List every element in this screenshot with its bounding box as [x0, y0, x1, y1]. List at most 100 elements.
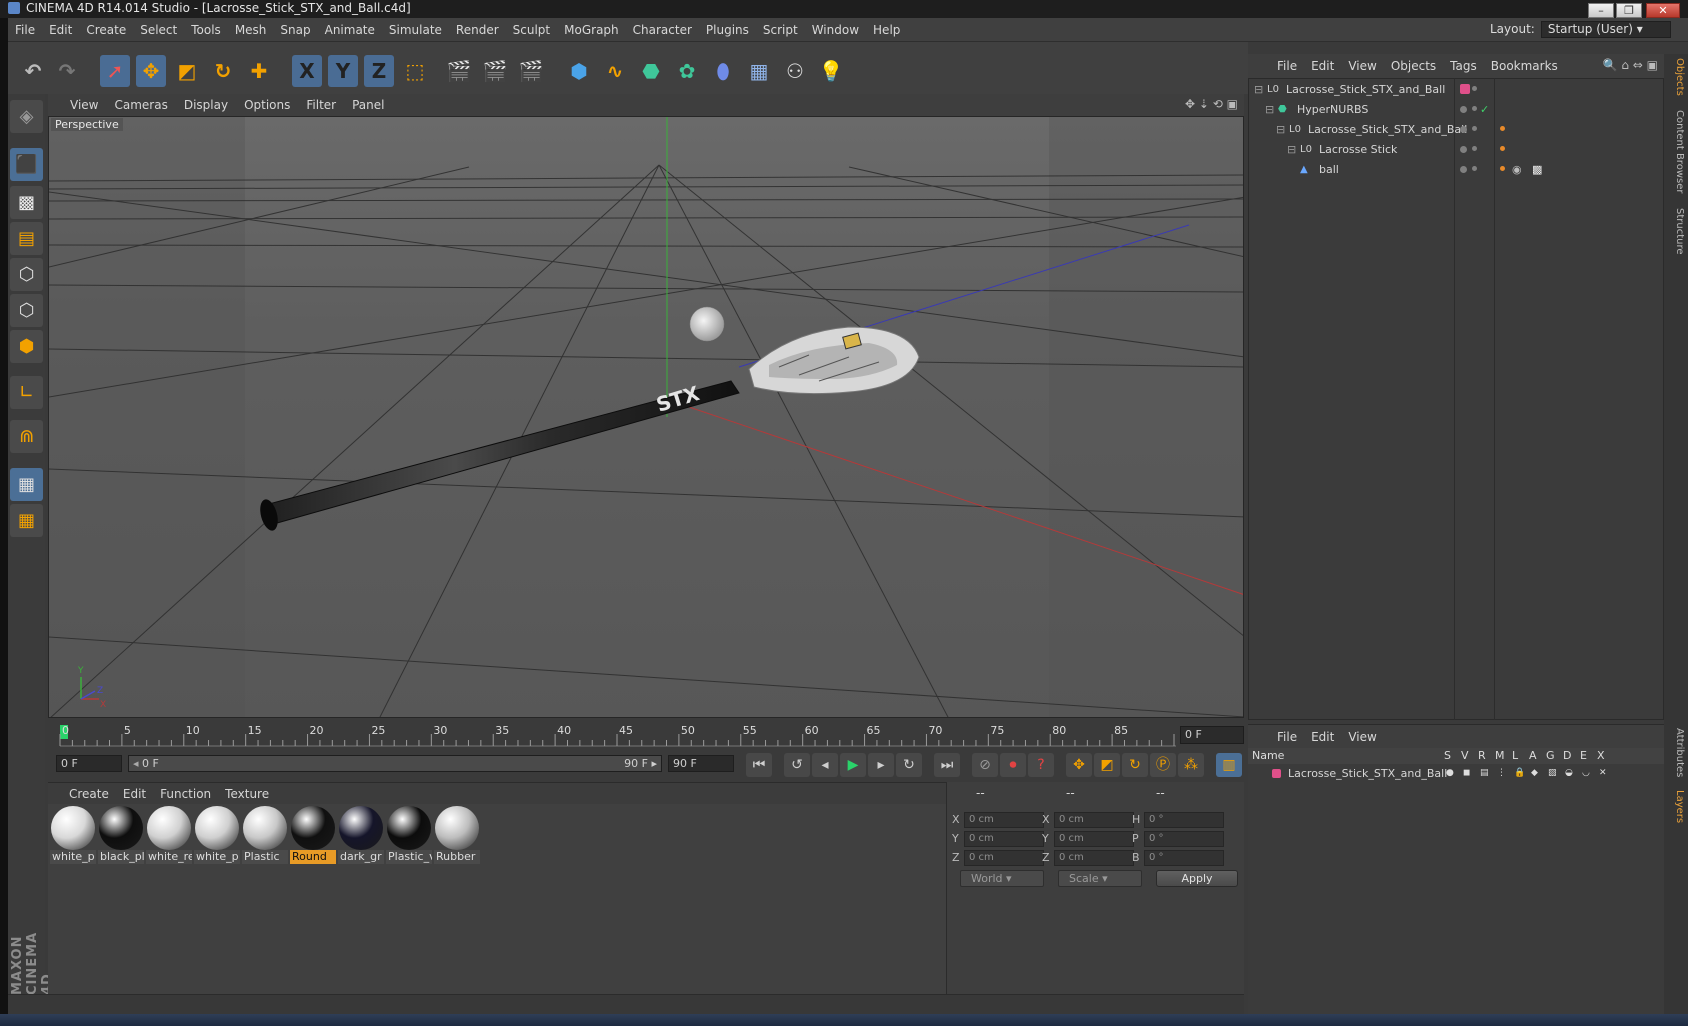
- apply-button[interactable]: Apply: [1156, 870, 1238, 887]
- objects-menu-tags[interactable]: Tags: [1443, 54, 1484, 78]
- viewport-navigation-icons[interactable]: ✥ ⇣ ⟲ ▣: [1185, 97, 1238, 111]
- viewport-menu-display[interactable]: Display: [176, 94, 236, 116]
- coord-value-field[interactable]: 0 cm: [964, 831, 1044, 847]
- menu-tools[interactable]: Tools: [184, 18, 228, 42]
- recent-tools-button[interactable]: ✚: [244, 55, 274, 87]
- object-manager-search-icons[interactable]: 🔍 ⌂ ⇔ ▣: [1603, 58, 1658, 72]
- menu-create[interactable]: Create: [79, 18, 133, 42]
- maximize-button[interactable]: ❐: [1616, 3, 1642, 18]
- menu-edit[interactable]: Edit: [42, 18, 79, 42]
- visibility-dot-icon[interactable]: [1460, 126, 1467, 133]
- render-view-button[interactable]: 🎬: [444, 55, 474, 87]
- material-swatch[interactable]: white_re: [146, 806, 192, 864]
- axis-mode-button[interactable]: ∟: [10, 376, 43, 409]
- menu-select[interactable]: Select: [133, 18, 184, 42]
- object-row[interactable]: ⊟ L0 Lacrosse_Stick_STX_and_Ball: [1250, 80, 1660, 99]
- menu-plugins[interactable]: Plugins: [699, 18, 756, 42]
- timeline-button[interactable]: ▥: [1216, 753, 1242, 777]
- coord-value-field[interactable]: 0 °: [1144, 812, 1224, 828]
- material-swatch[interactable]: Round: [290, 806, 336, 864]
- polygons-mode-button[interactable]: ⬢: [10, 330, 43, 363]
- start-frame-field[interactable]: 0 F: [56, 755, 122, 772]
- previous-key-button[interactable]: ↺: [784, 753, 810, 777]
- add-deformer-button[interactable]: ⬮: [708, 55, 738, 87]
- layer-flag-toggle-icon[interactable]: ●: [1446, 764, 1454, 783]
- key-position-button[interactable]: ✥: [1066, 753, 1092, 777]
- menu-character[interactable]: Character: [626, 18, 699, 42]
- viewport-menu-filter[interactable]: Filter: [298, 94, 344, 116]
- menu-help[interactable]: Help: [866, 18, 907, 42]
- material-swatch[interactable]: white_p: [50, 806, 96, 864]
- add-nurbs-button[interactable]: ⬣: [636, 55, 666, 87]
- texture-mode-button[interactable]: ▩: [10, 186, 43, 219]
- tab-content-browser[interactable]: Content Browser: [1667, 110, 1685, 193]
- keyframe-selection-button[interactable]: ?: [1028, 753, 1054, 777]
- tab-structure[interactable]: Structure: [1667, 208, 1685, 255]
- material-swatch[interactable]: Plastic: [242, 806, 288, 864]
- goto-start-button[interactable]: ⏮: [746, 753, 772, 777]
- move-button[interactable]: ✥: [136, 55, 166, 87]
- points-mode-button[interactable]: ⬡: [10, 258, 43, 291]
- minimize-button[interactable]: –: [1588, 3, 1614, 18]
- play-button[interactable]: ▶: [840, 753, 866, 777]
- objects-menu-edit[interactable]: Edit: [1304, 54, 1341, 78]
- render-dot-icon[interactable]: [1472, 166, 1477, 171]
- previous-frame-button[interactable]: ◂: [812, 753, 838, 777]
- coord-value-field[interactable]: 0 °: [1144, 831, 1224, 847]
- objects-menu-file[interactable]: File: [1270, 54, 1304, 78]
- render-picture-viewer-button[interactable]: 🎬: [480, 55, 510, 87]
- render-dot-icon[interactable]: [1472, 86, 1477, 91]
- coord-value-field[interactable]: 0 cm: [1054, 850, 1134, 866]
- menu-sculpt[interactable]: Sculpt: [506, 18, 557, 42]
- end-frame-field[interactable]: 90 F: [668, 755, 734, 772]
- tab-layers[interactable]: Layers: [1667, 790, 1685, 823]
- layer-row[interactable]: Lacrosse_Stick_STX_and_Ball ● ◼ ▤ ⋮ 🔒 ◆ ▨ ◒ ◡ ✕: [1250, 764, 1660, 783]
- expand-toggle-icon[interactable]: ⊟: [1265, 100, 1274, 119]
- layout-dropdown[interactable]: Startup (User) ▾: [1540, 21, 1671, 38]
- current-frame-field[interactable]: 0 F: [1180, 726, 1244, 744]
- layers-menu-file[interactable]: File: [1270, 725, 1304, 749]
- autokey-button[interactable]: ⏺: [1000, 753, 1026, 777]
- tab-objects[interactable]: Objects: [1667, 58, 1685, 96]
- render-dot-icon[interactable]: [1472, 106, 1477, 111]
- menu-mograph[interactable]: MoGraph: [557, 18, 626, 42]
- tag-icon[interactable]: [1500, 126, 1505, 131]
- menu-animate[interactable]: Animate: [318, 18, 382, 42]
- objects-menu-view[interactable]: View: [1341, 54, 1383, 78]
- objects-menu-objects[interactable]: Objects: [1384, 54, 1443, 78]
- expand-toggle-icon[interactable]: ⊟: [1287, 140, 1296, 159]
- model-mode-button[interactable]: ⬛: [10, 148, 43, 181]
- material-swatch[interactable]: Rubber: [434, 806, 480, 864]
- add-floor-button[interactable]: ▦: [744, 55, 774, 87]
- visibility-dot-icon[interactable]: [1460, 166, 1467, 173]
- goto-end-button[interactable]: ⏭: [934, 753, 960, 777]
- visibility-dot-icon[interactable]: [1460, 146, 1467, 153]
- tab-attributes[interactable]: Attributes: [1667, 728, 1685, 777]
- visibility-dot-icon[interactable]: [1460, 106, 1467, 113]
- workplane-lock-button[interactable]: ▦: [10, 468, 43, 501]
- menu-file[interactable]: File: [8, 18, 42, 42]
- next-key-button[interactable]: ↻: [896, 753, 922, 777]
- layer-flag-toggle-icon[interactable]: ⋮: [1497, 764, 1506, 783]
- layer-flag-toggle-icon[interactable]: ▤: [1480, 764, 1489, 783]
- make-editable-button[interactable]: ◈: [10, 100, 43, 133]
- menu-script[interactable]: Script: [756, 18, 805, 42]
- layer-flag-toggle-icon[interactable]: ◡: [1582, 764, 1590, 783]
- size-mode-dropdown[interactable]: Scale ▾: [1058, 870, 1142, 887]
- coordinate-mode-dropdown[interactable]: World ▾: [960, 870, 1044, 887]
- coord-value-field[interactable]: 0 °: [1144, 850, 1224, 866]
- layer-flag-toggle-icon[interactable]: ◼: [1463, 764, 1470, 783]
- key-parameter-button[interactable]: Ⓟ: [1150, 753, 1176, 777]
- expand-toggle-icon[interactable]: ⊟: [1276, 120, 1285, 139]
- viewport-menu-view[interactable]: View: [62, 94, 106, 116]
- perspective-viewport[interactable]: STX Y X Z Perspective: [48, 116, 1244, 718]
- coord-value-field[interactable]: 0 cm: [1054, 812, 1134, 828]
- next-frame-button[interactable]: ▸: [868, 753, 894, 777]
- material-swatch[interactable]: dark_gr: [338, 806, 384, 864]
- add-light-button[interactable]: 💡: [816, 55, 846, 87]
- key-rotation-button[interactable]: ↻: [1122, 753, 1148, 777]
- object-row[interactable]: ⊟ L0 Lacrosse Stick: [1250, 140, 1660, 159]
- coord-value-field[interactable]: 0 cm: [1054, 831, 1134, 847]
- layer-flag-toggle-icon[interactable]: ◒: [1565, 764, 1573, 783]
- rotate-button[interactable]: ↻: [208, 55, 238, 87]
